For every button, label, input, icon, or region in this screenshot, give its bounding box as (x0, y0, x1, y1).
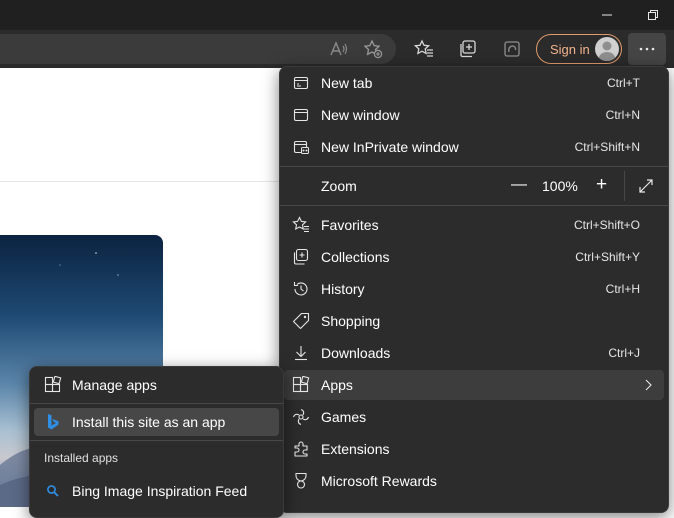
menu-item-shortcut: Ctrl+H (605, 282, 640, 296)
favorites-button[interactable] (410, 35, 438, 63)
person-icon (598, 41, 616, 61)
menu-item-label: New tab (321, 75, 373, 91)
menu-item-shortcut: Ctrl+J (608, 346, 640, 360)
menu-item-extensions[interactable]: Extensions (284, 434, 664, 464)
rewards-icon (292, 472, 310, 490)
browser-toolbar: Sign in (0, 30, 674, 68)
menu-item-history[interactable]: History Ctrl+H (284, 274, 664, 304)
browser-essentials-button[interactable] (498, 35, 526, 63)
menu-item-shortcut: Ctrl+Shift+O (573, 218, 640, 232)
browser-essentials-icon (504, 41, 520, 57)
restore-button[interactable] (630, 0, 674, 30)
collections-button[interactable] (454, 35, 482, 63)
submenu-divider (30, 440, 283, 441)
menu-item-zoom: Zoom — 100% + (284, 171, 664, 201)
menu-item-label: New window (321, 107, 400, 123)
menu-item-shortcut: Ctrl+Shift+N (574, 140, 640, 154)
read-aloud-button[interactable] (325, 35, 353, 63)
restore-icon (648, 10, 658, 20)
menu-item-label: Extensions (321, 441, 390, 457)
menu-item-collections[interactable]: Collections Ctrl+Shift+Y (284, 242, 664, 272)
zoom-divider (624, 171, 625, 201)
manage-apps-label: Manage apps (72, 377, 157, 393)
minimize-button[interactable] (584, 0, 630, 30)
menu-item-label: New InPrivate window (321, 139, 459, 155)
games-icon (292, 408, 310, 426)
submenu-divider (30, 403, 283, 404)
menu-item-shortcut: Ctrl+T (607, 76, 640, 90)
favorites-list-icon (414, 39, 433, 57)
manage-apps-item[interactable]: Manage apps (34, 371, 279, 399)
star-add-icon (363, 39, 383, 59)
menu-item-label: Shopping (321, 313, 381, 329)
menu-item-label: Microsoft Rewards (321, 473, 437, 489)
search-icon (44, 482, 62, 500)
history-icon (292, 280, 310, 298)
zoom-label: Zoom (321, 178, 357, 194)
collections-icon (292, 248, 310, 266)
menu-item-favorites[interactable]: Favorites Ctrl+Shift+O (284, 210, 664, 240)
zoom-in-button[interactable]: + (596, 174, 607, 196)
page-divider (0, 181, 290, 182)
installed-app-item[interactable]: Bing Image Inspiration Feed (34, 477, 279, 505)
menu-item-shortcut: Ctrl+N (605, 108, 640, 122)
apps-icon (44, 376, 62, 394)
menu-item-new-inprivate-window[interactable]: New InPrivate window Ctrl+Shift+N (284, 132, 664, 162)
sign-in-button[interactable]: Sign in (536, 34, 622, 64)
installed-apps-header: Installed apps (44, 451, 119, 465)
menu-item-label: Favorites (321, 217, 379, 233)
download-icon (292, 344, 310, 362)
minimize-icon (602, 14, 612, 16)
address-bar[interactable] (0, 34, 396, 64)
menu-item-label: History (321, 281, 365, 297)
fullscreen-icon (639, 179, 653, 193)
title-bar (0, 0, 674, 30)
more-dots-icon (639, 47, 655, 51)
install-site-as-app-item[interactable]: Install this site as an app (34, 408, 279, 436)
fullscreen-button[interactable] (637, 177, 655, 195)
bing-logo-icon (44, 413, 62, 431)
menu-item-apps[interactable]: Apps (284, 370, 664, 400)
settings-and-more-button[interactable] (628, 33, 666, 65)
apps-icon (292, 376, 310, 394)
add-favorite-button[interactable] (359, 35, 387, 63)
menu-item-new-tab[interactable]: New tab Ctrl+T (284, 68, 664, 98)
menu-item-shopping[interactable]: Shopping (284, 306, 664, 336)
new-window-icon (292, 106, 310, 124)
collections-icon (460, 40, 476, 58)
install-site-label: Install this site as an app (72, 414, 226, 430)
read-aloud-icon (330, 41, 348, 56)
menu-divider (280, 205, 668, 206)
menu-item-label: Downloads (321, 345, 391, 361)
settings-menu: New tab Ctrl+T New window Ctrl+N New InP… (279, 66, 669, 513)
new-tab-icon (292, 74, 310, 92)
avatar (595, 37, 619, 61)
menu-item-label: Games (321, 409, 367, 425)
inprivate-icon (292, 138, 310, 156)
chevron-right-icon (644, 379, 652, 391)
extensions-icon (292, 440, 310, 458)
menu-item-new-window[interactable]: New window Ctrl+N (284, 100, 664, 130)
menu-item-games[interactable]: Games (284, 402, 664, 432)
menu-item-microsoft-rewards[interactable]: Microsoft Rewards (284, 466, 664, 496)
installed-app-label: Bing Image Inspiration Feed (72, 483, 248, 499)
zoom-out-button[interactable]: — (511, 176, 527, 194)
menu-item-downloads[interactable]: Downloads Ctrl+J (284, 338, 664, 368)
apps-submenu: Manage apps Install this site as an app … (29, 366, 284, 518)
zoom-level: 100% (542, 178, 578, 194)
menu-item-label: Collections (321, 249, 390, 265)
sign-in-label: Sign in (550, 41, 590, 57)
menu-item-shortcut: Ctrl+Shift+Y (575, 250, 640, 264)
favorites-icon (292, 216, 310, 234)
menu-divider (280, 166, 668, 167)
menu-item-label: Apps (321, 377, 353, 393)
shopping-tag-icon (292, 312, 310, 330)
